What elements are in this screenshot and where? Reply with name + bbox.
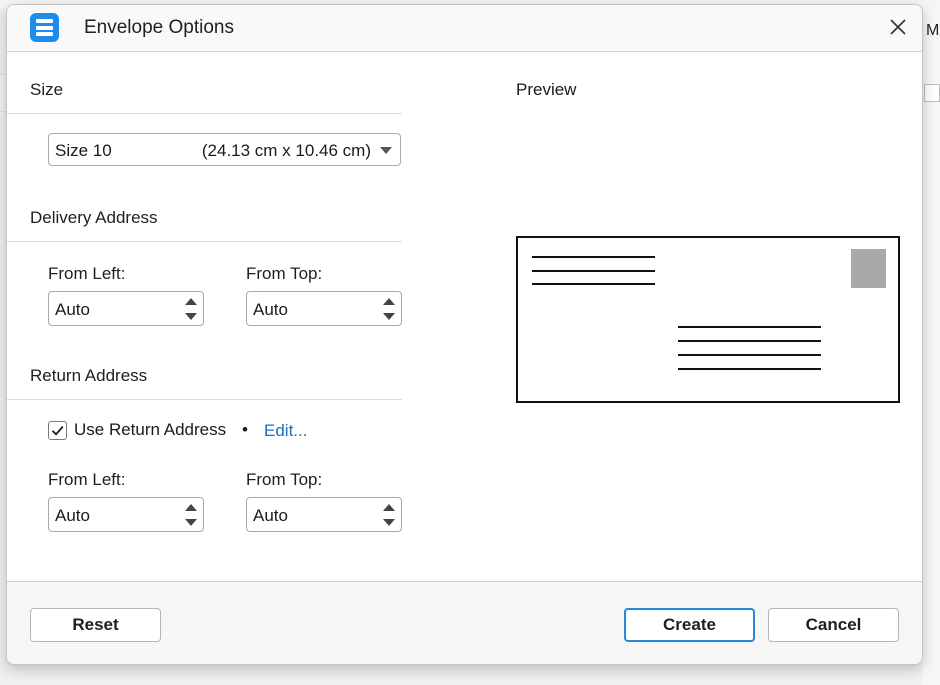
close-button[interactable] — [884, 13, 912, 41]
reset-button[interactable]: Reset — [30, 608, 161, 642]
chevron-down-icon — [380, 147, 392, 154]
spin-down-icon[interactable] — [383, 519, 395, 526]
delivery-address-line — [678, 326, 821, 328]
return-from-top-stepper[interactable]: Auto — [246, 497, 402, 532]
spin-down-icon[interactable] — [185, 519, 197, 526]
background-partial-text: M — [926, 22, 940, 39]
spin-up-icon[interactable] — [383, 504, 395, 511]
dialog-title: Envelope Options — [84, 17, 234, 38]
delivery-section-divider — [7, 241, 402, 242]
spin-up-icon[interactable] — [383, 298, 395, 305]
spin-up-icon[interactable] — [185, 298, 197, 305]
delivery-address-line — [678, 368, 821, 370]
stamp-placeholder — [851, 249, 886, 288]
dialog-titlebar: Envelope Options — [7, 5, 922, 52]
delivery-from-left-label: From Left: — [48, 264, 126, 283]
return-address-section-label: Return Address — [30, 366, 148, 385]
return-address-line — [532, 256, 655, 258]
checkmark-icon — [51, 426, 64, 436]
delivery-from-top-stepper[interactable]: Auto — [246, 291, 402, 326]
return-address-line — [532, 283, 655, 285]
envelope-size-dimensions: (24.13 cm x 10.46 cm) — [201, 141, 371, 160]
separator-dot: • — [242, 420, 248, 439]
size-section-label: Size — [30, 80, 64, 99]
background-ruler-marker-icon — [924, 84, 940, 102]
size-section-divider — [7, 113, 402, 114]
envelope-preview — [516, 236, 900, 403]
return-from-left-value: Auto — [55, 506, 90, 525]
edit-return-address-link[interactable]: Edit... — [264, 421, 307, 441]
cancel-button[interactable]: Cancel — [768, 608, 899, 642]
use-return-address-label[interactable]: Use Return Address — [74, 420, 226, 440]
return-section-divider — [7, 399, 402, 400]
delivery-address-line — [678, 340, 821, 342]
delivery-from-left-stepper[interactable]: Auto — [48, 291, 204, 326]
envelope-options-dialog: Envelope Options Size Size 10 (24.13 cm … — [6, 4, 923, 665]
spin-up-icon[interactable] — [185, 504, 197, 511]
list-icon — [30, 13, 59, 42]
dialog-footer: Reset Create Cancel — [7, 581, 922, 664]
preview-label: Preview — [516, 80, 577, 99]
delivery-from-left-value: Auto — [55, 300, 90, 319]
delivery-address-line — [678, 354, 821, 356]
return-from-top-label: From Top: — [246, 470, 323, 489]
return-from-top-value: Auto — [253, 506, 288, 525]
return-from-left-label: From Left: — [48, 470, 126, 489]
spin-down-icon[interactable] — [185, 313, 197, 320]
delivery-from-top-label: From Top: — [246, 264, 323, 283]
envelope-size-value: Size 10 — [55, 141, 112, 160]
spin-down-icon[interactable] — [383, 313, 395, 320]
return-address-line — [532, 270, 655, 272]
delivery-from-top-value: Auto — [253, 300, 288, 319]
create-button[interactable]: Create — [624, 608, 755, 642]
delivery-address-section-label: Delivery Address — [30, 208, 158, 227]
close-icon — [890, 19, 906, 35]
envelope-size-select[interactable]: Size 10 (24.13 cm x 10.46 cm) — [48, 133, 401, 166]
return-from-left-stepper[interactable]: Auto — [48, 497, 204, 532]
use-return-address-checkbox[interactable] — [48, 421, 67, 440]
background-document-edge — [922, 8, 940, 685]
